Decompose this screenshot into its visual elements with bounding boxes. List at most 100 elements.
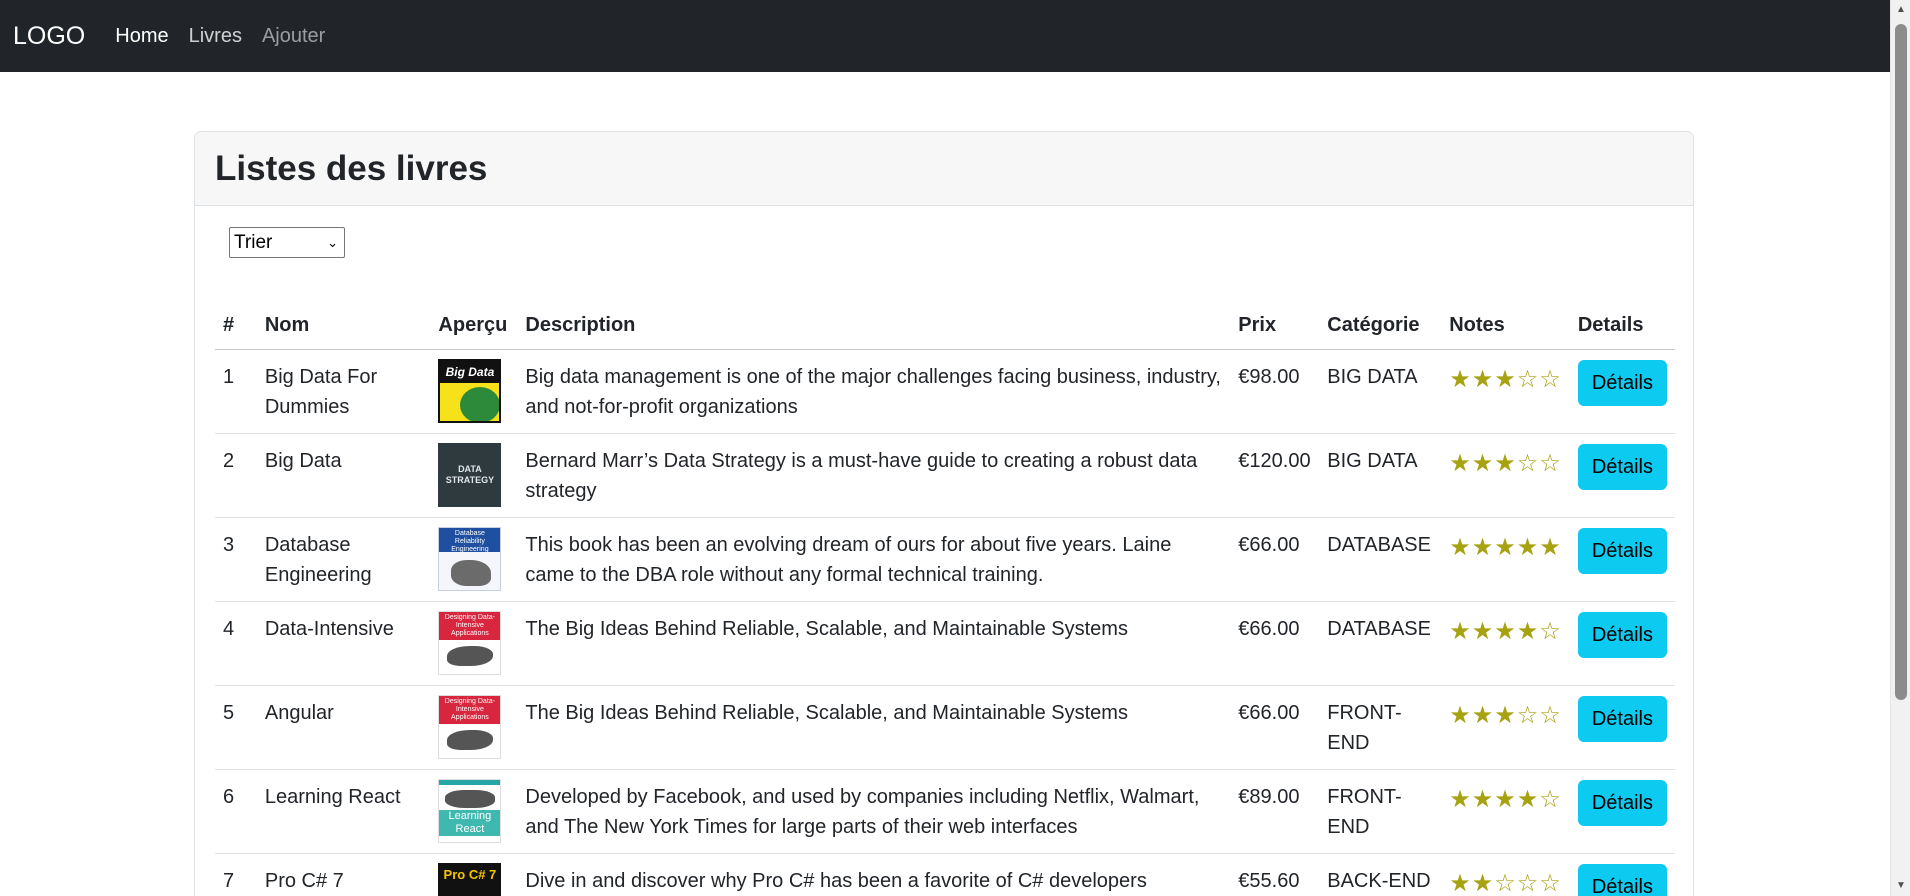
sort-select[interactable]: Trier ⌄: [229, 227, 345, 258]
cell-num: 1: [215, 349, 257, 434]
table-header-row: # Nom Aperçu Description Prix Catégorie …: [215, 302, 1675, 350]
star-filled-icon: ★: [1471, 869, 1495, 896]
star-rating: ★★★☆☆: [1449, 366, 1562, 393]
star-rating: ★★★☆☆: [1449, 702, 1562, 729]
star-empty-icon: ☆: [1539, 365, 1562, 393]
cell-prix: €98.00: [1230, 349, 1320, 434]
book-cover-image: Database Reliability Engineering: [438, 526, 502, 591]
cell-apercu: Big Data: [430, 349, 518, 434]
book-cover-title: Designing Data-Intensive Applications: [439, 695, 501, 724]
star-rating: ★★★★★: [1449, 534, 1562, 561]
star-filled-icon: ★: [1494, 785, 1517, 813]
cell-description: The Big Ideas Behind Reliable, Scalable,…: [517, 601, 1231, 686]
book-cover-image: Pro C# 7: [438, 862, 502, 896]
star-filled-icon: ★: [1539, 533, 1562, 561]
details-button[interactable]: Détails: [1577, 443, 1667, 490]
cell-notes: ★★★★☆: [1441, 601, 1570, 686]
star-filled-icon: ★: [1516, 785, 1540, 813]
table-row: 4 Data-Intensive Designing Data-Intensiv…: [215, 601, 1675, 686]
cell-details: Détails: [1569, 601, 1675, 686]
cell-nom: Angular: [256, 685, 431, 770]
star-filled-icon: ★: [1449, 617, 1472, 645]
page-title: Listes des livres: [215, 148, 488, 188]
star-empty-icon: ☆: [1516, 449, 1540, 477]
star-filled-icon: ★: [1449, 449, 1472, 477]
cell-details: Détails: [1569, 433, 1675, 518]
cell-notes: ★★★★★: [1441, 517, 1570, 602]
nav-link-home[interactable]: Home: [115, 25, 168, 48]
book-cover-image: Designing Data-Intensive Applications: [438, 610, 502, 675]
brand-logo[interactable]: LOGO: [13, 22, 85, 51]
cell-nom: Database Engineering: [256, 517, 431, 602]
star-rating: ★★★★☆: [1449, 618, 1562, 645]
table-row: 1 Big Data For Dummies Big Data Big data…: [215, 349, 1675, 434]
cell-prix: €55.60: [1230, 853, 1320, 896]
table-row: 7 Pro C# 7 Pro C# 7 Dive in and discover…: [215, 853, 1675, 896]
cell-details: Détails: [1569, 685, 1675, 770]
table-row: 2 Big Data DATA STRATEGY Bernard Marr’s …: [215, 433, 1675, 518]
table-row: 3 Database Engineering Database Reliabil…: [215, 517, 1675, 602]
cell-notes: ★★★★☆: [1441, 769, 1570, 854]
cell-prix: €120.00: [1230, 433, 1320, 518]
star-empty-icon: ☆: [1539, 449, 1562, 477]
star-filled-icon: ★: [1471, 617, 1495, 645]
book-cover-title: Learning React: [439, 809, 501, 836]
star-filled-icon: ★: [1516, 617, 1540, 645]
cell-description: This book has been an evolving dream of …: [517, 517, 1231, 602]
star-filled-icon: ★: [1449, 869, 1472, 896]
cell-nom: Pro C# 7: [256, 853, 431, 896]
book-cover-image: Learning React: [438, 778, 502, 843]
details-button[interactable]: Détails: [1577, 527, 1667, 574]
book-cover-title: DATA STRATEGY: [445, 463, 495, 485]
star-rating: ★★★★☆: [1449, 786, 1562, 813]
cell-details: Détails: [1569, 349, 1675, 434]
cell-apercu: Designing Data-Intensive Applications: [430, 685, 518, 770]
star-rating: ★★☆☆☆: [1449, 870, 1562, 896]
cell-prix: €66.00: [1230, 601, 1320, 686]
details-button[interactable]: Détails: [1577, 863, 1667, 896]
cell-details: Détails: [1569, 853, 1675, 896]
details-button[interactable]: Détails: [1577, 611, 1667, 658]
scroll-down-arrow-icon[interactable]: ▼: [1891, 876, 1910, 896]
star-filled-icon: ★: [1449, 785, 1472, 813]
cell-categorie: BIG DATA: [1319, 349, 1442, 434]
header-categorie: Catégorie: [1319, 302, 1442, 350]
book-cover-title: Big Data: [440, 360, 500, 383]
cell-categorie: DATABASE: [1319, 517, 1442, 602]
cell-nom: Big Data: [256, 433, 431, 518]
cell-categorie: BIG DATA: [1319, 433, 1442, 518]
book-cover-title: Pro C# 7: [443, 866, 497, 882]
cell-num: 3: [215, 517, 257, 602]
star-filled-icon: ★: [1471, 785, 1495, 813]
sort-select-value: Trier: [234, 231, 273, 253]
scroll-thumb[interactable]: [1895, 24, 1907, 700]
cell-prix: €66.00: [1230, 517, 1320, 602]
cell-description: Dive in and discover why Pro C# has been…: [517, 853, 1231, 896]
cell-num: 2: [215, 433, 257, 518]
cell-apercu: DATA STRATEGY: [430, 433, 518, 518]
cell-notes: ★★★☆☆: [1441, 685, 1570, 770]
cell-categorie: DATABASE: [1319, 601, 1442, 686]
star-empty-icon: ☆: [1516, 701, 1540, 729]
cell-num: 4: [215, 601, 257, 686]
cell-categorie: BACK-END: [1319, 853, 1442, 896]
nav-link-ajouter[interactable]: Ajouter: [262, 25, 325, 48]
cell-apercu: Database Reliability Engineering: [430, 517, 518, 602]
star-filled-icon: ★: [1516, 533, 1540, 561]
details-button[interactable]: Détails: [1577, 695, 1667, 742]
nav-link-livres[interactable]: Livres: [189, 25, 242, 48]
chevron-down-icon: ⌄: [327, 234, 338, 250]
details-button[interactable]: Détails: [1577, 359, 1667, 406]
details-button[interactable]: Détails: [1577, 779, 1667, 826]
star-filled-icon: ★: [1449, 701, 1472, 729]
cell-notes: ★★☆☆☆: [1441, 853, 1570, 896]
top-navbar: LOGO Home Livres Ajouter: [0, 0, 1890, 72]
star-empty-icon: ☆: [1539, 785, 1562, 813]
star-filled-icon: ★: [1494, 533, 1517, 561]
star-empty-icon: ☆: [1539, 617, 1562, 645]
book-cover-image: Designing Data-Intensive Applications: [438, 694, 502, 759]
page-scrollbar[interactable]: ▲ ▼: [1890, 0, 1910, 896]
scroll-up-arrow-icon[interactable]: ▲: [1891, 0, 1910, 20]
cell-apercu: Designing Data-Intensive Applications: [430, 601, 518, 686]
book-cover-title: Designing Data-Intensive Applications: [439, 611, 501, 640]
